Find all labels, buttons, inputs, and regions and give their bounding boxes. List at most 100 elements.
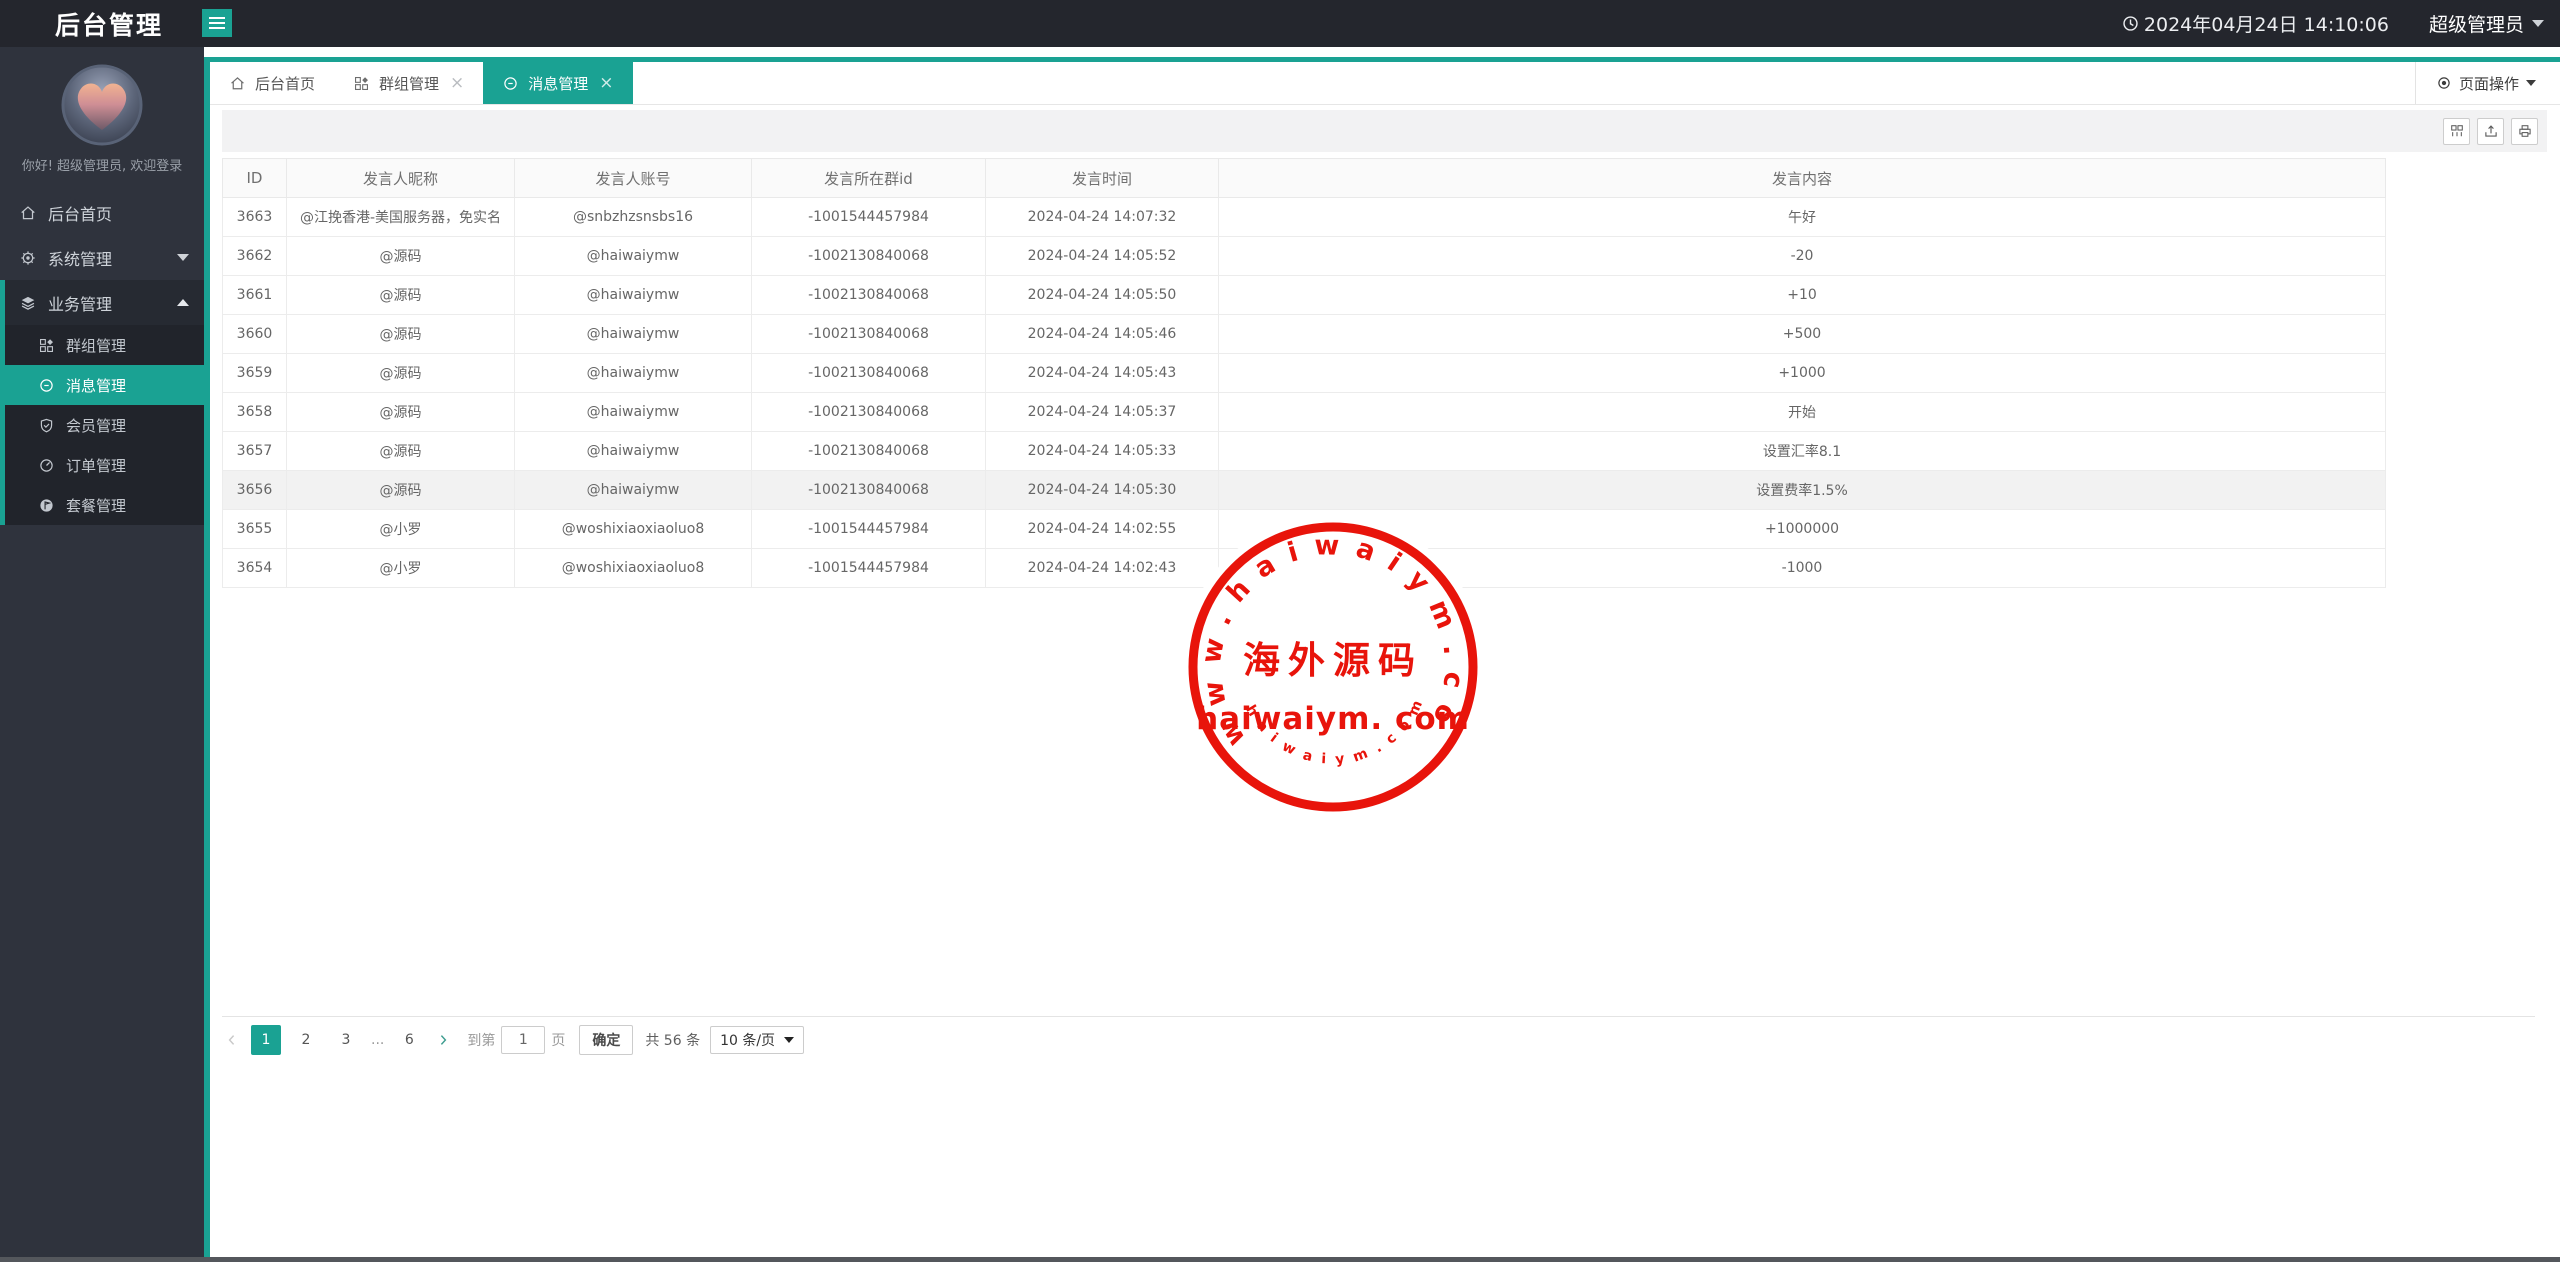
- cell-account: @woshixiaoxiaoluo8: [514, 548, 752, 588]
- page-actions-dropdown[interactable]: 页面操作: [2414, 62, 2560, 104]
- cell-group-id: -1002130840068: [751, 236, 986, 276]
- cell-nickname: @源码: [286, 392, 515, 432]
- column-header-time: 发言时间: [985, 158, 1219, 198]
- cell-account: @haiwaiymw: [514, 236, 752, 276]
- sidebar-toggle-button[interactable]: [202, 9, 232, 37]
- page-button-6[interactable]: 6: [394, 1025, 424, 1055]
- gear-icon: [19, 249, 37, 267]
- layers-icon: [19, 294, 37, 312]
- tab-groups[interactable]: 群组管理 ×: [334, 62, 483, 104]
- chevron-down-icon: [2532, 20, 2544, 27]
- app-root: 后台管理 2024年04月24日 14:10:06 超级管理员 你好! 超级管理…: [0, 0, 2560, 1262]
- cell-group-id: -1001544457984: [751, 197, 986, 237]
- cell-time: 2024-04-24 14:05:37: [985, 392, 1219, 432]
- sidebar-item-members[interactable]: 会员管理: [5, 405, 204, 445]
- chevron-down-icon: [2526, 80, 2536, 86]
- cell-account: @woshixiaoxiaoluo8: [514, 509, 752, 549]
- sidebar: 你好! 超级管理员, 欢迎登录 后台首页 系统管理 业务管理 群组管理 消息管理…: [0, 47, 204, 1262]
- close-icon[interactable]: ×: [450, 74, 464, 92]
- hamburger-icon: [209, 17, 225, 19]
- prev-page-button[interactable]: [224, 1032, 240, 1048]
- sidebar-item-label: 套餐管理: [66, 496, 127, 515]
- cell-id: 3662: [222, 236, 287, 276]
- export-button[interactable]: [2477, 117, 2504, 145]
- cell-id: 3659: [222, 353, 287, 393]
- app-title: 后台管理: [55, 10, 164, 40]
- next-page-button[interactable]: [435, 1032, 451, 1048]
- content-area: 后台首页 群组管理 × 消息管理 × 页面操作 ID 发言人昵称 发言人账号 发…: [204, 47, 2560, 1262]
- user-menu[interactable]: 超级管理员: [2429, 10, 2544, 37]
- cell-id: 3660: [222, 314, 287, 354]
- table-row[interactable]: 3662 @源码 @haiwaiymw -1002130840068 2024-04-2…: [222, 236, 2386, 276]
- datetime-text: 2024年04月24日 14:10:06: [2143, 14, 2389, 36]
- content-frame: 后台首页 群组管理 × 消息管理 × 页面操作 ID 发言人昵称 发言人账号 发…: [204, 57, 2560, 1262]
- close-icon[interactable]: ×: [599, 74, 613, 92]
- cell-id: 3658: [222, 392, 287, 432]
- page-button-3[interactable]: 3: [331, 1025, 361, 1055]
- print-icon: [2517, 123, 2533, 139]
- cell-time: 2024-04-24 14:07:32: [985, 197, 1219, 237]
- cell-id: 3661: [222, 275, 287, 315]
- cell-time: 2024-04-24 14:05:43: [985, 353, 1219, 393]
- table-row[interactable]: 3657 @源码 @haiwaiymw -1002130840068 2024-04-2…: [222, 431, 2386, 471]
- cell-time: 2024-04-24 14:02:43: [985, 548, 1219, 588]
- cell-nickname: @源码: [286, 470, 515, 510]
- table-row[interactable]: 3655 @小罗 @woshixiaoxiaoluo8 -1001544457984 2…: [222, 509, 2386, 549]
- page-size-value: 10 条/页: [720, 1033, 776, 1049]
- top-bar: 后台管理 2024年04月24日 14:10:06 超级管理员: [0, 0, 2560, 47]
- cell-content: +10: [1218, 275, 2386, 315]
- tab-messages[interactable]: 消息管理 ×: [483, 62, 633, 104]
- column-header-content: 发言内容: [1218, 158, 2386, 198]
- table-header: ID 发言人昵称 发言人账号 发言所在群id 发言时间 发言内容: [222, 158, 2386, 198]
- cell-id: 3656: [222, 470, 287, 510]
- cell-group-id: -1002130840068: [751, 353, 986, 393]
- table-row[interactable]: 3660 @源码 @haiwaiymw -1002130840068 2024-04-2…: [222, 314, 2386, 354]
- sidebar-item-messages[interactable]: 消息管理: [5, 365, 204, 405]
- datetime-display: 2024年04月24日 14:10:06: [2121, 10, 2389, 37]
- sidebar-section-business: 业务管理 群组管理 消息管理 会员管理 订单管理 套餐管理: [0, 280, 204, 525]
- page-button-1[interactable]: 1: [251, 1025, 281, 1055]
- table-row[interactable]: 3656 @源码 @haiwaiymw -1002130840068 2024-04-2…: [222, 470, 2386, 510]
- table-row[interactable]: 3661 @源码 @haiwaiymw -1002130840068 2024-04-2…: [222, 275, 2386, 315]
- cell-group-id: -1002130840068: [751, 392, 986, 432]
- avatar[interactable]: [60, 63, 144, 147]
- cell-account: @snbzhzsnsbs16: [514, 197, 752, 237]
- sidebar-item-label: 后台首页: [48, 204, 113, 224]
- shield-icon: [38, 417, 55, 434]
- sidebar-item-business[interactable]: 业务管理: [5, 280, 204, 325]
- cell-id: 3655: [222, 509, 287, 549]
- cell-nickname: @源码: [286, 431, 515, 471]
- sidebar-item-orders[interactable]: 订单管理: [5, 445, 204, 485]
- cell-group-id: -1002130840068: [751, 470, 986, 510]
- cell-nickname: @小罗: [286, 548, 515, 588]
- page-button-2[interactable]: 2: [291, 1025, 321, 1055]
- table-row[interactable]: 3663 @江挽香港-美国服务器，免实名 @snbzhzsnsbs16 -100154…: [222, 197, 2386, 237]
- cell-group-id: -1002130840068: [751, 275, 986, 315]
- cell-id: 3657: [222, 431, 287, 471]
- message-icon: [38, 377, 55, 394]
- sidebar-item-packages[interactable]: 套餐管理: [5, 485, 204, 525]
- cell-id: 3663: [222, 197, 287, 237]
- cell-time: 2024-04-24 14:05:33: [985, 431, 1219, 471]
- cell-nickname: @江挽香港-美国服务器，免实名: [286, 197, 515, 237]
- table-row[interactable]: 3654 @小罗 @woshixiaoxiaoluo8 -1001544457984 2…: [222, 548, 2386, 588]
- tab-label: 消息管理: [528, 74, 589, 93]
- sidebar-item-home[interactable]: 后台首页: [0, 190, 204, 235]
- columns-filter-button[interactable]: [2443, 117, 2470, 145]
- column-header-id: ID: [222, 158, 287, 198]
- goto-page-input[interactable]: [501, 1026, 546, 1054]
- table-row[interactable]: 3658 @源码 @haiwaiymw -1002130840068 2024-04-2…: [222, 392, 2386, 432]
- cell-time: 2024-04-24 14:02:55: [985, 509, 1219, 549]
- table-row[interactable]: 3659 @源码 @haiwaiymw -1002130840068 2024-04-2…: [222, 353, 2386, 393]
- goto-confirm-button[interactable]: 确定: [579, 1025, 634, 1055]
- tab-home[interactable]: 后台首页: [210, 62, 334, 104]
- print-button[interactable]: [2511, 117, 2538, 145]
- sidebar-item-label: 群组管理: [66, 336, 127, 355]
- sidebar-item-system[interactable]: 系统管理: [0, 235, 204, 280]
- sidebar-item-groups[interactable]: 群组管理: [5, 325, 204, 365]
- cell-content: -20: [1218, 236, 2386, 276]
- chevron-down-icon: [784, 1037, 795, 1043]
- user-name: 超级管理员: [2428, 14, 2524, 36]
- cell-nickname: @小罗: [286, 509, 515, 549]
- page-size-select[interactable]: 10 条/页: [710, 1026, 805, 1054]
